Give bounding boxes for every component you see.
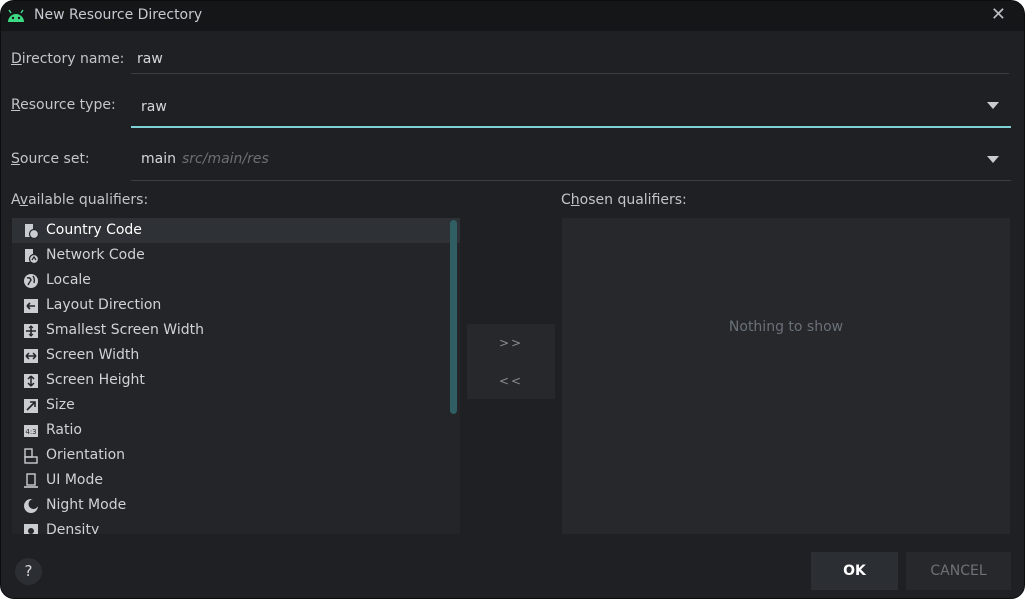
resource-type-focus-underline — [131, 126, 1011, 128]
source-set-path: src/main/res — [181, 151, 269, 167]
directory-name-input[interactable]: raw — [137, 51, 163, 67]
density-icon — [24, 524, 38, 534]
night-mode-icon — [24, 499, 39, 513]
screen-width-icon — [24, 349, 38, 363]
qualifier-mover: >> << — [467, 324, 555, 399]
network-code-icon — [25, 249, 39, 264]
directory-name-label: Directory name: — [11, 51, 125, 67]
list-item[interactable]: Size — [12, 393, 460, 418]
source-set-chevron-down-icon[interactable] — [987, 156, 999, 163]
list-item[interactable]: Locale — [12, 268, 460, 293]
add-qualifier-button[interactable]: >> — [467, 336, 555, 350]
remove-qualifier-button[interactable]: << — [467, 374, 555, 388]
resource-type-label: Resource type: — [11, 97, 116, 113]
country-code-icon — [25, 224, 39, 239]
list-item[interactable]: Screen Width — [12, 343, 460, 368]
chosen-qualifiers-list[interactable]: Nothing to show — [562, 218, 1010, 534]
globe-icon — [24, 274, 38, 288]
ratio-icon: 4:3 — [24, 425, 38, 437]
svg-text:4:3: 4:3 — [25, 428, 36, 436]
list-item[interactable]: Orientation — [12, 443, 460, 468]
list-item[interactable]: UI Mode — [12, 468, 460, 493]
list-item[interactable]: Screen Height — [12, 368, 460, 393]
help-button[interactable]: ? — [15, 558, 42, 585]
resource-type-select[interactable]: raw — [141, 99, 167, 115]
orientation-icon — [24, 448, 38, 464]
list-item[interactable]: Density — [12, 518, 460, 534]
source-set-underline — [131, 180, 1011, 181]
size-icon — [24, 399, 38, 413]
ui-mode-icon — [24, 473, 38, 488]
source-set-select[interactable]: main src/main/res — [141, 151, 269, 167]
resource-type-chevron-down-icon[interactable] — [987, 102, 999, 109]
directory-name-underline — [131, 73, 1009, 74]
smallest-width-icon — [24, 324, 38, 338]
list-item[interactable]: Country Code — [12, 218, 460, 243]
list-item[interactable]: 4:3 Ratio — [12, 418, 460, 443]
chosen-qualifiers-label: Chosen qualifiers: — [561, 192, 687, 208]
layout-direction-icon — [24, 299, 38, 313]
dialog-window: New Resource Directory ✕ Directory name:… — [0, 0, 1025, 599]
available-qualifiers-label: Available qualifiers: — [11, 192, 149, 208]
qualifiers-scrollbar[interactable] — [450, 220, 457, 414]
available-qualifiers-list[interactable]: Country Code Network Code Locale Layout … — [12, 218, 460, 534]
empty-state-text: Nothing to show — [728, 319, 844, 335]
close-icon[interactable]: ✕ — [991, 4, 1006, 25]
list-item[interactable]: Network Code — [12, 243, 460, 268]
list-item[interactable]: Smallest Screen Width — [12, 318, 460, 343]
window-title: New Resource Directory — [34, 7, 203, 23]
ok-button[interactable]: OK — [811, 552, 898, 590]
title-bar[interactable]: New Resource Directory ✕ — [1, 1, 1024, 31]
list-item[interactable]: Layout Direction — [12, 293, 460, 318]
list-item[interactable]: Night Mode — [12, 493, 460, 518]
cancel-button[interactable]: CANCEL — [906, 552, 1011, 590]
screen-height-icon — [24, 374, 38, 388]
source-set-label: Source set: — [11, 151, 90, 167]
android-icon — [8, 9, 24, 22]
